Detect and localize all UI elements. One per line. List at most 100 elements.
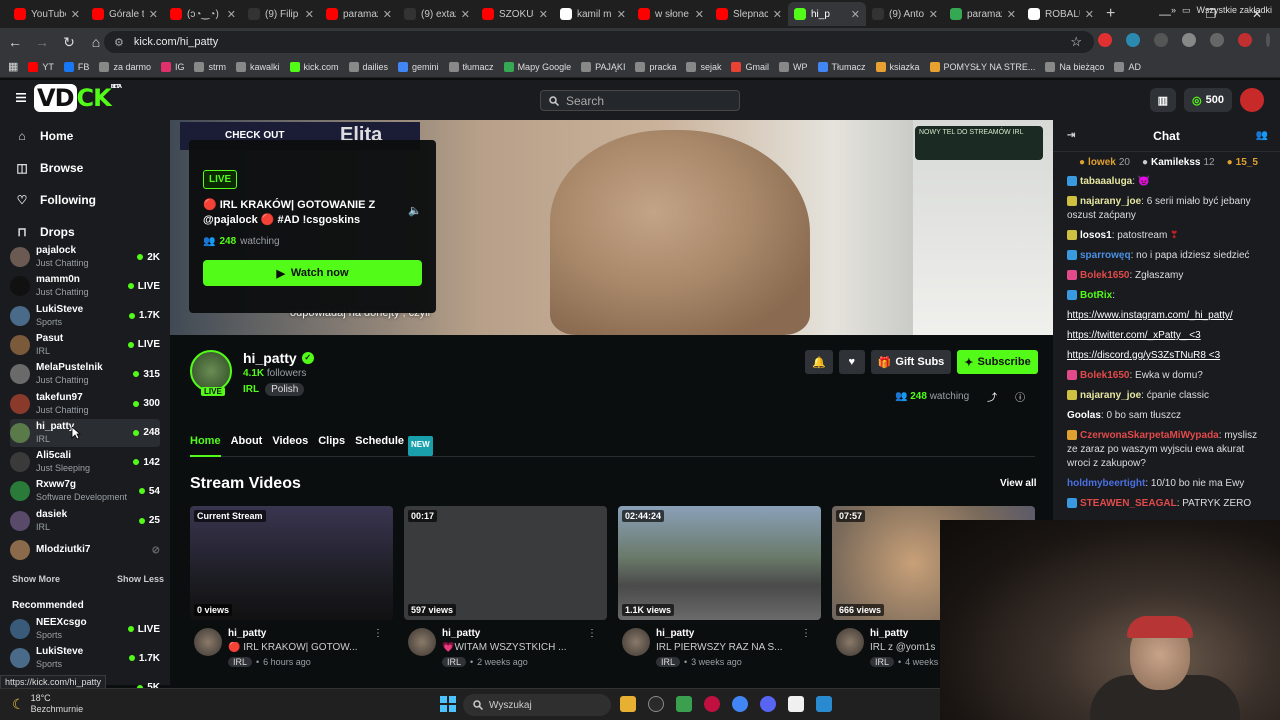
notifications-button[interactable]: 🔔 bbox=[805, 350, 833, 374]
discord-icon[interactable] bbox=[760, 696, 776, 712]
video-category-tag[interactable]: IRL bbox=[870, 657, 895, 667]
bookmark-item[interactable]: Gmail bbox=[731, 61, 769, 72]
tab-about[interactable]: About bbox=[231, 431, 263, 457]
chrome-icon[interactable] bbox=[732, 696, 748, 712]
show-less-button[interactable]: Show Less bbox=[117, 574, 164, 584]
subscribe-button[interactable]: ✦ Subscribe bbox=[957, 350, 1038, 374]
bookmark-item[interactable]: za darmo bbox=[99, 61, 151, 72]
hamburger-menu-icon[interactable] bbox=[16, 93, 26, 102]
sidebar-channel[interactable]: Mlodziutki7 ⊘ bbox=[10, 536, 160, 564]
bookmark-item[interactable]: pracka bbox=[635, 61, 676, 72]
close-tab-icon[interactable]: ✕ bbox=[305, 8, 314, 21]
sidebar-channel[interactable]: NEEXcsgo Sports LIVE bbox=[10, 615, 160, 643]
chat-username[interactable]: najarany_joe bbox=[1080, 196, 1141, 207]
video-thumbnail[interactable]: Current Stream 0 views bbox=[190, 506, 393, 620]
url-bar[interactable]: ⚙ kick.com/hi_patty ☆ bbox=[104, 31, 1094, 53]
close-tab-icon[interactable]: ✕ bbox=[461, 8, 470, 21]
puzzle-icon[interactable] bbox=[1182, 33, 1196, 47]
reload-icon[interactable]: ↻ bbox=[57, 34, 81, 51]
close-tab-icon[interactable]: ✕ bbox=[149, 8, 158, 21]
tab-videos[interactable]: Videos bbox=[272, 431, 308, 457]
video-category-tag[interactable]: IRL bbox=[228, 657, 253, 667]
browser-tab[interactable]: Ślepnac ✕ bbox=[710, 2, 788, 26]
streamer-name[interactable]: hi_patty bbox=[442, 628, 480, 639]
bookmark-item[interactable]: WP bbox=[779, 61, 808, 72]
video-category-tag[interactable]: IRL bbox=[442, 657, 467, 667]
browser-tab[interactable]: (9) Filip ✕ bbox=[242, 2, 320, 26]
show-more-button[interactable]: Show More bbox=[12, 574, 60, 584]
sidebar-channel[interactable]: LukiSteve Sports 1.7K bbox=[10, 302, 160, 330]
chat-username[interactable]: Bolek1650 bbox=[1080, 370, 1129, 381]
all-bookmarks[interactable]: » ▭ Wszystkie zakładki bbox=[1171, 5, 1272, 16]
chat-link[interactable]: https://www.instagram.com/_hi_patty/ bbox=[1067, 310, 1233, 321]
chevron-right-icon[interactable]: » bbox=[1171, 5, 1176, 16]
kick-logo[interactable]: VD CKBETA bbox=[34, 84, 122, 112]
sidebar-channel[interactable]: Ali5cali Just Sleeping 142 bbox=[10, 448, 160, 476]
leaderboard-entry[interactable]: ● Kamilekss 12 bbox=[1142, 157, 1215, 168]
tab-home[interactable]: Home bbox=[190, 431, 221, 457]
profile-icon[interactable] bbox=[1238, 33, 1252, 47]
close-tab-icon[interactable]: ✕ bbox=[929, 8, 938, 21]
sidebar-nav-home[interactable]: ⌂ Home bbox=[0, 120, 170, 152]
bookmark-item[interactable]: Tłumacz bbox=[817, 61, 866, 72]
chat-link[interactable]: https://discord.gg/yS3ZsTNuR8 <3 bbox=[1067, 350, 1220, 361]
chat-username[interactable]: STEAWEN_SEAGAL bbox=[1080, 498, 1177, 509]
close-tab-icon[interactable]: ✕ bbox=[71, 8, 80, 21]
video-card[interactable]: 00:17 597 views hi_patty 💗WITAM WSZYSTKICH … bbox=[404, 506, 607, 668]
brave-icon[interactable] bbox=[676, 696, 692, 712]
follow-button[interactable]: ♥ bbox=[838, 350, 865, 374]
close-tab-icon[interactable]: ✕ bbox=[1007, 8, 1016, 21]
chat-users-icon[interactable]: 👥 bbox=[1256, 130, 1268, 141]
bookmark-star-icon[interactable]: ☆ bbox=[1070, 34, 1082, 50]
kebab-menu-icon[interactable]: ⋮ bbox=[373, 628, 383, 639]
channel-avatar[interactable]: LIVE bbox=[190, 350, 232, 396]
bookmark-item[interactable]: dailies bbox=[348, 61, 388, 72]
category-link[interactable]: IRL bbox=[243, 384, 259, 395]
video-category-tag[interactable]: IRL bbox=[656, 657, 681, 667]
close-tab-icon[interactable]: ✕ bbox=[227, 8, 236, 21]
tab-schedule[interactable]: Schedule bbox=[355, 431, 404, 457]
obs-icon[interactable] bbox=[788, 696, 804, 712]
streamer-avatar[interactable] bbox=[622, 628, 650, 656]
sidebar-channel[interactable]: mamm0n Just Chatting LIVE bbox=[10, 272, 160, 300]
sidebar-channel[interactable]: dasiek IRL 25 bbox=[10, 507, 160, 535]
chat-username[interactable]: sparrowęq bbox=[1080, 250, 1131, 261]
windows-start-icon[interactable] bbox=[440, 696, 456, 712]
menu-icon[interactable] bbox=[1210, 33, 1224, 47]
video-card[interactable]: Current Stream 0 views hi_patty 🔴 IRL KRAKÓ… bbox=[190, 506, 393, 668]
chat-username[interactable]: Bolek1650 bbox=[1080, 270, 1129, 281]
bookmark-item[interactable]: Na bieżąco bbox=[1045, 61, 1104, 72]
sidebar-channel[interactable]: hi_patty IRL 248 bbox=[10, 418, 160, 447]
bookmark-item[interactable]: sejak bbox=[686, 61, 721, 72]
bookmark-item[interactable]: YT bbox=[28, 61, 54, 72]
browser-tab[interactable]: (9) Anto ✕ bbox=[866, 2, 944, 26]
weather-widget[interactable]: ☾ 18°C Bezchmurnie bbox=[12, 693, 83, 715]
chat-username[interactable]: losos1 bbox=[1080, 230, 1112, 241]
library-button[interactable]: ▥ bbox=[1149, 88, 1177, 112]
streamer-avatar[interactable] bbox=[408, 628, 436, 656]
bookmark-item[interactable]: Mapy Google bbox=[503, 61, 571, 72]
close-tab-icon[interactable]: ✕ bbox=[617, 8, 626, 21]
chat-username[interactable]: Goolas bbox=[1067, 410, 1101, 421]
browser-tab[interactable]: hi_p ✕ bbox=[788, 2, 866, 26]
share-icon[interactable]: ⤴ bbox=[987, 389, 997, 404]
close-tab-icon[interactable]: ✕ bbox=[539, 8, 548, 21]
streamer-avatar[interactable] bbox=[836, 628, 864, 656]
sidebar-channel[interactable]: Rxww7g Software Development 54 bbox=[10, 477, 160, 505]
new-tab-icon[interactable]: + bbox=[1106, 5, 1115, 23]
streamer-avatar[interactable] bbox=[194, 628, 222, 656]
back-icon[interactable]: ← bbox=[3, 34, 27, 50]
browser-tab[interactable]: w słone ✕ bbox=[632, 2, 710, 26]
browser-tab[interactable]: paramax ✕ bbox=[944, 2, 1022, 26]
chat-username[interactable]: holdmybeertight bbox=[1067, 478, 1145, 489]
sidebar-nav-following[interactable]: ♡ Following bbox=[0, 184, 170, 216]
info-icon[interactable]: ⓘ bbox=[1015, 389, 1025, 404]
opera-icon[interactable] bbox=[704, 696, 720, 712]
streamer-name[interactable]: hi_patty bbox=[656, 628, 694, 639]
bookmark-item[interactable]: FB bbox=[63, 61, 89, 72]
extension-icon[interactable] bbox=[1126, 33, 1140, 47]
chat-username[interactable]: BotRix bbox=[1080, 290, 1112, 301]
browser-tab[interactable]: ROBALU ✕ bbox=[1022, 2, 1100, 26]
bookmark-item[interactable]: tłumacz bbox=[448, 61, 494, 72]
channel-name[interactable]: hi_patty bbox=[243, 350, 297, 366]
